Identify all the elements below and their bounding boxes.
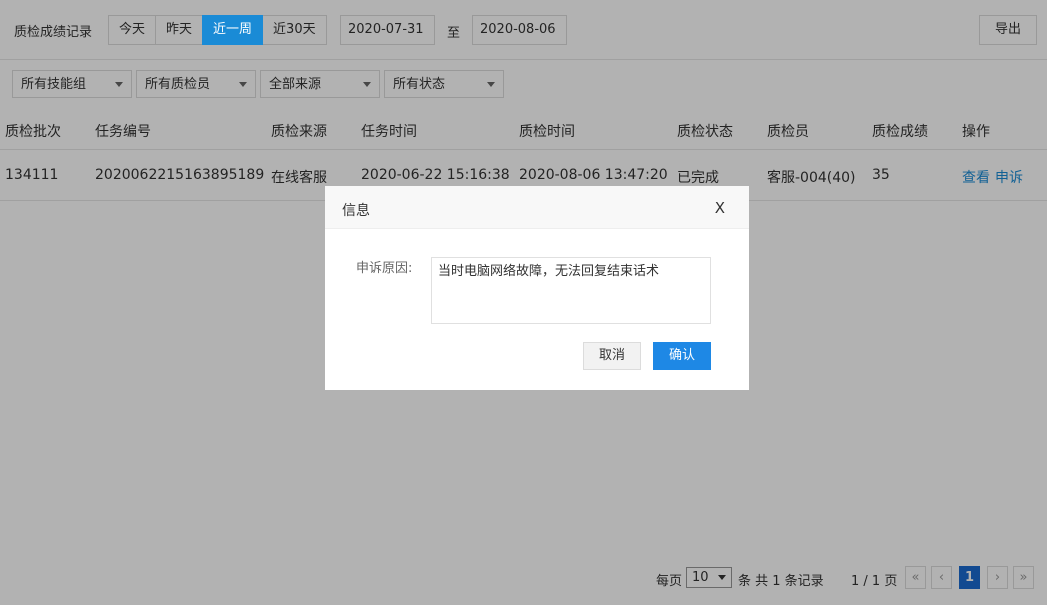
cancel-button[interactable]: 取消	[583, 342, 641, 370]
appeal-dialog: 信息 X 申诉原因: 当时电脑网络故障，无法回复结束话术 取消 确认	[325, 186, 749, 390]
appeal-reason-textarea[interactable]: 当时电脑网络故障，无法回复结束话术	[431, 257, 711, 324]
close-icon[interactable]: X	[715, 199, 725, 217]
range-week-button[interactable]: 近一周	[202, 15, 264, 45]
confirm-button[interactable]: 确认	[653, 342, 711, 370]
appeal-reason-label: 申诉原因:	[356, 261, 413, 276]
dialog-header: 信息 X	[325, 186, 749, 229]
dialog-title: 信息	[342, 203, 370, 219]
